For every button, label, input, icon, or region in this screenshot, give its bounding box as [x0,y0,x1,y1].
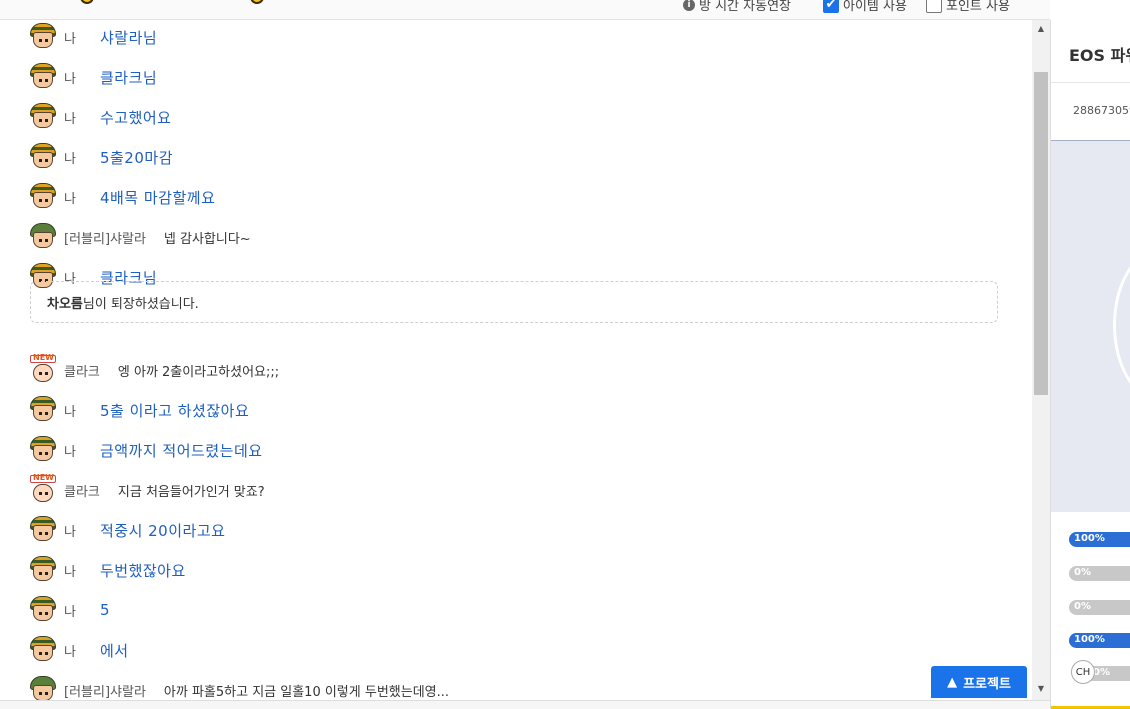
sender-nickname[interactable]: 나 [64,521,76,540]
sender-nickname[interactable]: 나 [64,641,76,660]
user-avatar[interactable] [28,22,58,52]
item-use-label[interactable]: 아이템 사용 [843,0,907,14]
sender-nickname[interactable]: 나 [64,401,76,420]
side-title: EOS 파워 [1069,46,1130,65]
sender-nickname[interactable]: 나 [64,108,76,127]
message-text: 5 [99,601,111,619]
notice-text: 님이 퇴장하셨습니다. [82,296,199,312]
project-button-label: 프로젝트 [963,676,1011,692]
chat-message: [러블리]샤랄라 아까 파홀5하고 지금 일홀10 이렇게 두번했는데영... [28,675,449,700]
scroll-up-icon[interactable]: ▲ [1032,20,1050,36]
channel-icon[interactable]: CH [1071,660,1095,684]
user-avatar[interactable] [28,142,58,172]
item-use-option[interactable]: ✔ 아이템 사용 [823,0,907,14]
chat-message: 나 5출20마감 [28,142,173,172]
exit-notice: 차오름 님이 퇴장하셨습니다. [30,281,998,323]
user-avatar[interactable] [28,102,58,132]
point-use-option[interactable]: 포인트 사용 [926,0,1010,14]
chat-message: 나 금액까지 적어드렸는데요 [28,435,263,465]
message-text: 아까 파홀5하고 지금 일홀10 이렇게 두번했는데영... [163,684,450,700]
chat-message: 클라크 엥 아까 2출이라고하셨어요;;; [28,353,280,385]
message-text: 넵 감사합니다~ [163,231,251,247]
message-text: 두번했잖아요 [99,561,186,580]
chat-scroll-thumb[interactable] [1034,72,1048,395]
side-panel: EOS 파워 288673059(2 100% 0% 0% 100% 0% CH [1050,20,1130,709]
chat-message: 나 클라크님 [28,62,157,92]
message-text: 수고했어요 [99,108,172,127]
chat-log: 나 샤랄라님 나 클라크님 나 수고했어요 나 5출20마감 나 4배목 마감할께요 [러블리]샤랄… [0,20,1032,700]
sender-nickname[interactable]: 나 [64,68,76,87]
message-text: 에서 [99,641,129,660]
chat-message: 나 두번했잖아요 [28,555,186,585]
sender-nickname[interactable]: 나 [64,561,76,580]
time-extend-label: 방 시간 자동연장 [699,0,791,14]
user-avatar[interactable] [28,473,58,505]
user-avatar[interactable] [28,515,58,545]
progress-label: 0% [1074,601,1091,612]
user-avatar[interactable] [28,353,58,385]
time-extend-option: i 방 시간 자동연장 [683,0,791,14]
sender-nickname[interactable]: [러블리]샤랄라 [64,681,146,700]
message-text: 금액까지 적어드렸는데요 [99,441,263,460]
chat-message: 나 에서 [28,635,129,665]
chat-message: 나 5출 이라고 하셨잖아요 [28,395,249,425]
sender-nickname[interactable]: 나 [64,441,76,460]
project-button[interactable]: ▲ 프로젝트 [931,666,1027,698]
chat-message: [러블리]샤랄라 넵 감사합니다~ [28,222,251,252]
chat-options-bar: i 방 시간 자동연장 ✔ 아이템 사용 포인트 사용 [0,0,1050,20]
progress-label: 0% [1093,667,1110,678]
message-text: 5출20마감 [99,148,173,167]
sender-nickname[interactable]: 나 [64,28,76,47]
chat-input-edge [0,700,1050,709]
message-text: 4배목 마감할께요 [99,188,216,207]
message-text: 적중시 20이라고요 [99,521,226,540]
chat-message: 나 4배목 마감할께요 [28,182,215,212]
progress-bar: 100% [1069,532,1130,547]
chat-message: 나 샤랄라님 [28,22,157,52]
message-text: 엥 아까 2출이라고하셨어요;;; [117,364,280,380]
sender-nickname[interactable]: 나 [64,601,76,620]
progress-label: 100% [1074,634,1105,645]
point-use-label[interactable]: 포인트 사용 [946,0,1010,14]
notice-user: 차오름 [47,296,83,312]
chat-message: 클라크 지금 처음들어가인거 맞죠? [28,473,265,505]
progress-bar: 0% [1069,600,1130,615]
item-use-checkbox[interactable]: ✔ [823,0,839,13]
point-use-checkbox[interactable] [926,0,942,13]
side-divider [1051,82,1130,83]
message-text: 클라크님 [99,68,158,87]
info-icon: i [683,0,695,11]
sender-nickname[interactable]: 나 [64,148,76,167]
user-avatar[interactable] [28,62,58,92]
message-text: 샤랄라님 [99,28,158,47]
user-avatar[interactable] [28,635,58,665]
message-text: 5출 이라고 하셨잖아요 [99,401,250,420]
logo [80,0,270,4]
user-avatar[interactable] [28,182,58,212]
progress-bar: 0% [1069,566,1130,581]
user-avatar[interactable] [28,395,58,425]
progress-bar: 100% [1069,633,1130,648]
sender-nickname[interactable]: 클라크 [64,361,100,380]
round-id: 288673059(2 [1073,104,1130,117]
user-avatar[interactable] [28,222,58,252]
scroll-down-icon[interactable]: ▼ [1032,680,1050,696]
chat-message: 나 수고했어요 [28,102,171,132]
chat-message: 나 적중시 20이라고요 [28,515,225,545]
user-avatar[interactable] [28,435,58,465]
sender-nickname[interactable]: [러블리]샤랄라 [64,228,146,247]
progress-label: 0% [1074,567,1091,578]
caret-up-icon: ▲ [947,674,958,690]
progress-label: 100% [1074,533,1105,544]
user-avatar[interactable] [28,595,58,625]
user-avatar[interactable] [28,675,58,700]
chat-message: 나5 [28,595,110,625]
message-text: 지금 처음들어가인거 맞죠? [117,484,265,500]
sender-nickname[interactable]: 클라크 [64,481,100,500]
user-avatar[interactable] [28,555,58,585]
sender-nickname[interactable]: 나 [64,188,76,207]
